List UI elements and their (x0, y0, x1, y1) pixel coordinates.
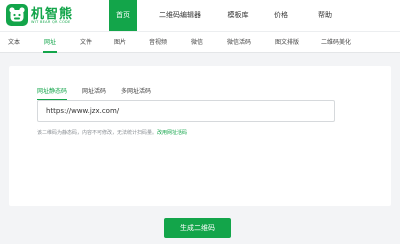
logo[interactable]: 机智熊 WIT BEAR QR CODE (6, 3, 86, 29)
nav-help[interactable]: 帮助 (314, 0, 336, 31)
tab-wechat-dynamic[interactable]: 微信活码 (227, 32, 251, 53)
tab-image[interactable]: 图片 (114, 32, 126, 53)
subtab-multi-url[interactable]: 多网址活码 (121, 86, 151, 95)
nav-pricing[interactable]: 价格 (270, 0, 292, 31)
url-input[interactable] (37, 100, 335, 122)
tab-qr-beautify[interactable]: 二维码美化 (321, 32, 351, 53)
nav-home[interactable]: 首页 (109, 0, 137, 31)
generate-qr-button[interactable]: 生成二维码 (164, 218, 231, 238)
bear-icon (6, 4, 28, 26)
tab-file[interactable]: 文件 (80, 32, 92, 53)
tab-audio-video[interactable]: 音视频 (149, 32, 167, 53)
static-code-note: 该二维码为静态码，内容不可修改，无法统计扫码量。改用网址活码 (37, 129, 187, 136)
nav-template-library[interactable]: 模板库 (223, 0, 253, 31)
tab-wechat[interactable]: 微信 (191, 32, 203, 53)
switch-to-dynamic-link[interactable]: 改用网址活码 (157, 130, 187, 136)
brand-subtitle: WIT BEAR QR CODE (31, 20, 71, 24)
main-nav: 首页 二维码编辑器 模板库 价格 帮助 (100, 0, 400, 31)
tab-url[interactable]: 网址 (42, 32, 58, 53)
subtab-dynamic-url[interactable]: 网址活码 (82, 86, 106, 95)
tab-text[interactable]: 文本 (8, 32, 20, 53)
nav-qr-editor[interactable]: 二维码编辑器 (152, 0, 208, 31)
top-bar: 机智熊 WIT BEAR QR CODE 首页 二维码编辑器 模板库 价格 帮助 (0, 0, 400, 31)
url-form-card: 网址静态码 网址活码 多网址活码 该二维码为静态码，内容不可修改，无法统计扫码量… (9, 66, 391, 206)
subtab-static-url[interactable]: 网址静态码 (37, 86, 68, 100)
content-type-tabs: 文本 网址 文件 图片 音视频 微信 微信活码 图文排版 二维码美化 (0, 31, 400, 53)
static-code-note-text: 该二维码为静态码，内容不可修改，无法统计扫码量。 (37, 130, 158, 136)
tab-rich-layout[interactable]: 图文排版 (275, 32, 299, 53)
